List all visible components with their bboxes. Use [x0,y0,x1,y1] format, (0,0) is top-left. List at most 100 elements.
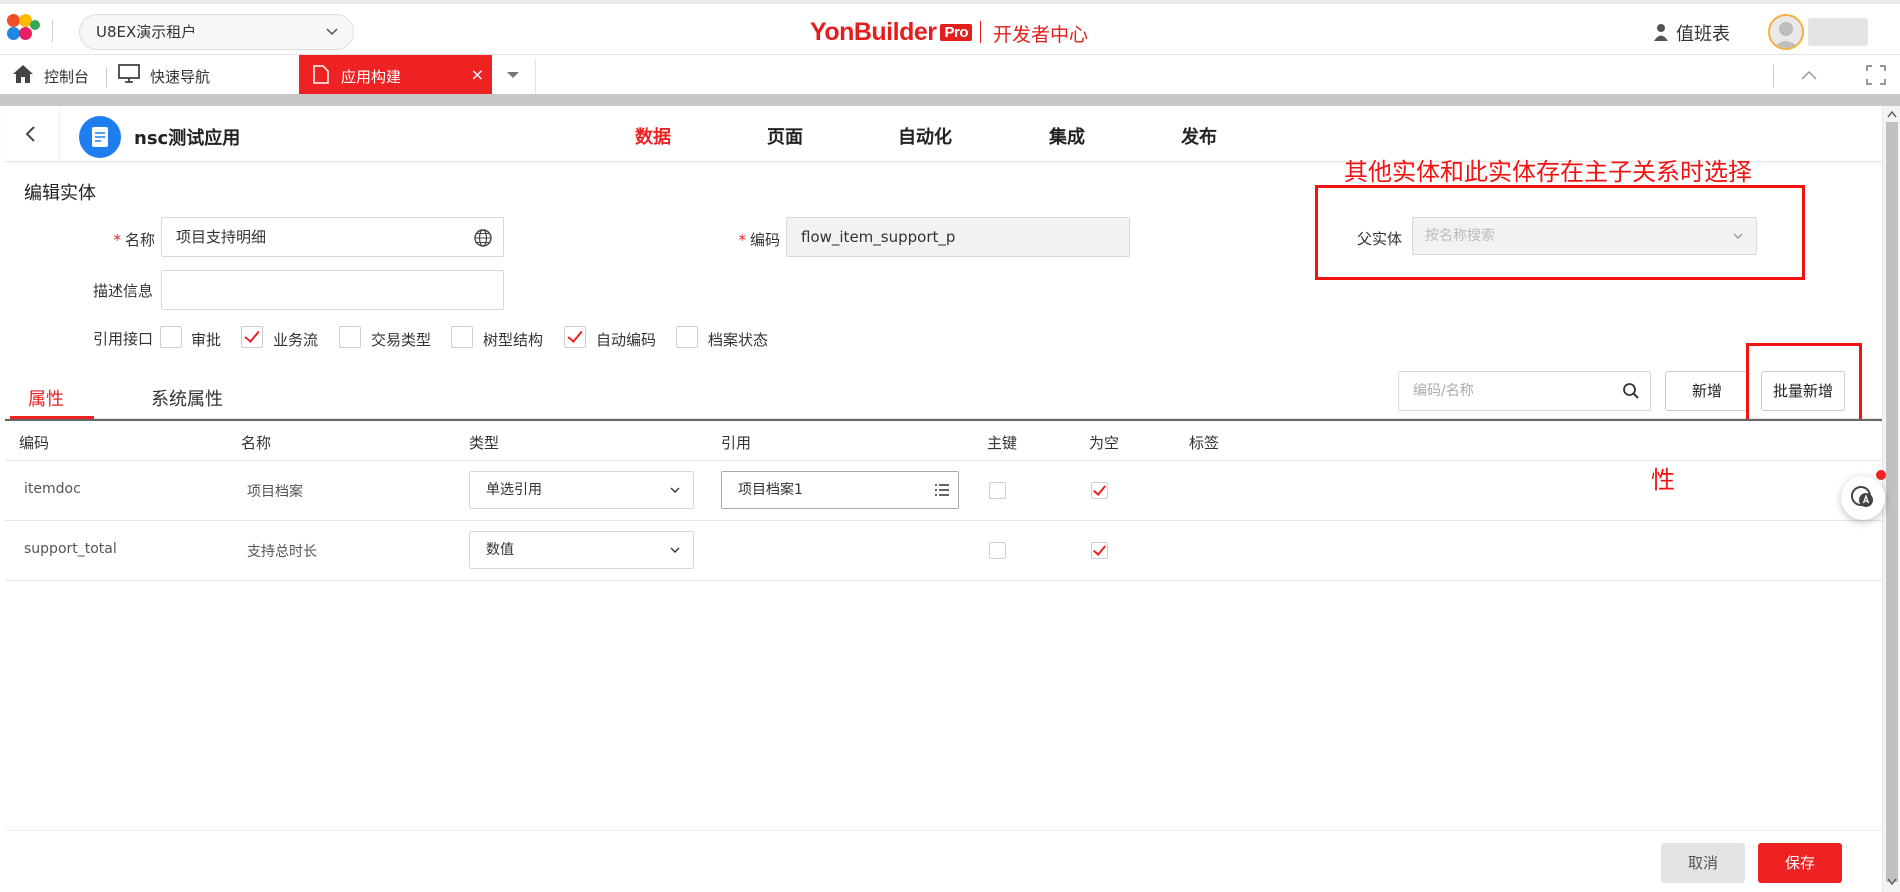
cancel-button[interactable]: 取消 [1661,843,1745,883]
tab-quick-nav-label: 快速导航 [150,68,211,86]
tab-console[interactable]: 控制台 [12,64,89,88]
nav-tab-integration[interactable]: 集成 [1049,123,1085,149]
form-icon [92,127,108,147]
nullable-checkbox[interactable] [1091,542,1108,559]
batch-add-button[interactable]: 批量新增 [1761,371,1845,411]
type-select[interactable]: 单选引用 [469,471,694,509]
code-label-text: 编码 [749,231,780,249]
scroll-down-icon[interactable] [1887,878,1897,886]
tab-app-build[interactable]: 应用构建 × [299,55,492,95]
duty-roster-link[interactable]: 值班表 [1650,20,1730,46]
dev-center-title: 开发者中心 [993,24,1089,46]
tenant-select[interactable]: U8EX演示租户 [79,14,354,50]
checkbox-archive-status-label: 档案状态 [708,331,769,349]
nav-tab-data[interactable]: 数据 [635,123,671,149]
name-input-value: 项目支持明细 [176,228,267,246]
document-icon [313,65,329,84]
app-logo-icon[interactable] [7,14,41,44]
search-icon[interactable] [1622,382,1640,400]
chevron-up-icon[interactable] [1800,67,1818,83]
close-icon[interactable]: × [471,65,484,84]
primary-key-checkbox[interactable] [989,482,1006,499]
interface-checkbox-group: 审批 业务流 交易类型 树型结构 自动编码 档案状态 [5,326,905,350]
divider [980,21,981,43]
tab-app-build-label: 应用构建 [341,68,402,86]
brand-pro-badge: Pro [940,24,972,41]
column-header-primary-key: 主键 [987,434,1018,452]
checkbox-auto-code-label: 自动编码 [596,331,657,349]
desc-label: 描述信息 [92,282,153,300]
cell-code: support_total [24,541,117,557]
column-header-ref: 引用 [721,434,752,452]
cell-code: itemdoc [24,481,81,497]
tab-bar: 控制台 快速导航 应用构建 × [0,54,1900,95]
desc-input[interactable] [161,270,504,310]
tab-attributes[interactable]: 属性 [28,385,64,411]
assistant-icon [1851,486,1873,507]
footer-divider [5,830,1882,831]
table-row: support_total 支持总时长 数值 [5,521,1882,581]
add-button[interactable]: 新增 [1665,371,1749,411]
column-header-name: 名称 [241,434,272,452]
column-header-nullable: 为空 [1089,434,1120,452]
app-name: nsc测试应用 [134,128,241,149]
checkbox-transaction-type[interactable] [339,326,361,348]
tab-quick-nav[interactable]: 快速导航 [118,64,210,88]
checkbox-business-flow[interactable] [241,326,263,348]
monitor-icon [118,64,140,83]
nav-tab-pages[interactable]: 页面 [767,123,803,149]
reference-input[interactable]: 项目档案1 [721,471,959,509]
user-icon [1773,22,1799,48]
code-label: * 编码 [720,229,780,250]
name-label: * 名称 [95,229,155,250]
caret-down-icon[interactable] [505,67,521,83]
home-icon [13,65,33,83]
scroll-up-icon[interactable] [1887,110,1897,118]
table-header: 编码 名称 类型 引用 主键 为空 标签 [5,419,1882,461]
chevron-down-icon [670,487,680,493]
search-placeholder: 编码/名称 [1413,383,1474,399]
brand-name: YonBuilder [810,18,937,46]
nav-tab-automation[interactable]: 自动化 [898,123,952,149]
floating-help-button[interactable] [1841,476,1885,520]
cell-name: 项目档案 [247,484,303,500]
checkbox-auto-code[interactable] [564,326,586,348]
save-button[interactable]: 保存 [1758,843,1842,883]
back-button[interactable] [5,106,60,162]
nav-tab-publish[interactable]: 发布 [1181,123,1217,149]
fullscreen-icon[interactable] [1866,65,1886,85]
avatar[interactable] [1768,14,1804,50]
reference-input-value: 项目档案1 [738,482,803,498]
content-panel: nsc测试应用 数据 页面 自动化 集成 发布 编辑实体 * 名称 项目支持明细 … [5,106,1882,892]
code-input[interactable]: flow_item_support_p [786,217,1130,257]
checkbox-tree-structure[interactable] [451,326,473,348]
search-input[interactable]: 编码/名称 [1398,371,1651,411]
annotation-parent-note: 其他实体和此实体存在主子关系时选择 [1344,158,1752,186]
cell-name: 支持总时长 [247,544,317,560]
parent-entity-label: 父实体 [1357,230,1403,248]
duty-roster-label: 值班表 [1676,24,1730,45]
top-bar: U8EX演示租户 YonBuilder Pro 开发者中心 值班表 [0,0,1900,54]
list-icon[interactable] [934,482,950,498]
parent-entity-placeholder: 按名称搜索 [1425,228,1495,244]
name-input[interactable]: 项目支持明细 [161,217,504,257]
column-header-type: 类型 [469,434,500,452]
chevron-down-icon [326,28,338,36]
type-select[interactable]: 数值 [469,531,694,569]
checkbox-archive-status[interactable] [676,326,698,348]
scrollbar-thumb[interactable] [1886,122,1898,882]
nullable-checkbox[interactable] [1091,482,1108,499]
tenant-name: U8EX演示租户 [96,23,197,41]
checkbox-business-flow-label: 业务流 [273,331,319,349]
name-label-text: 名称 [124,231,155,249]
required-mark: * [738,231,746,249]
globe-icon[interactable] [473,228,493,248]
tab-system-attributes[interactable]: 系统属性 [151,385,223,411]
divider [535,59,536,95]
separator-band [0,94,1900,106]
checkbox-approval[interactable] [160,326,182,348]
chevron-left-icon [25,126,35,142]
primary-key-checkbox[interactable] [989,542,1006,559]
parent-entity-select[interactable]: 按名称搜索 [1412,217,1757,255]
brand-logo: YonBuilder Pro [810,18,972,47]
